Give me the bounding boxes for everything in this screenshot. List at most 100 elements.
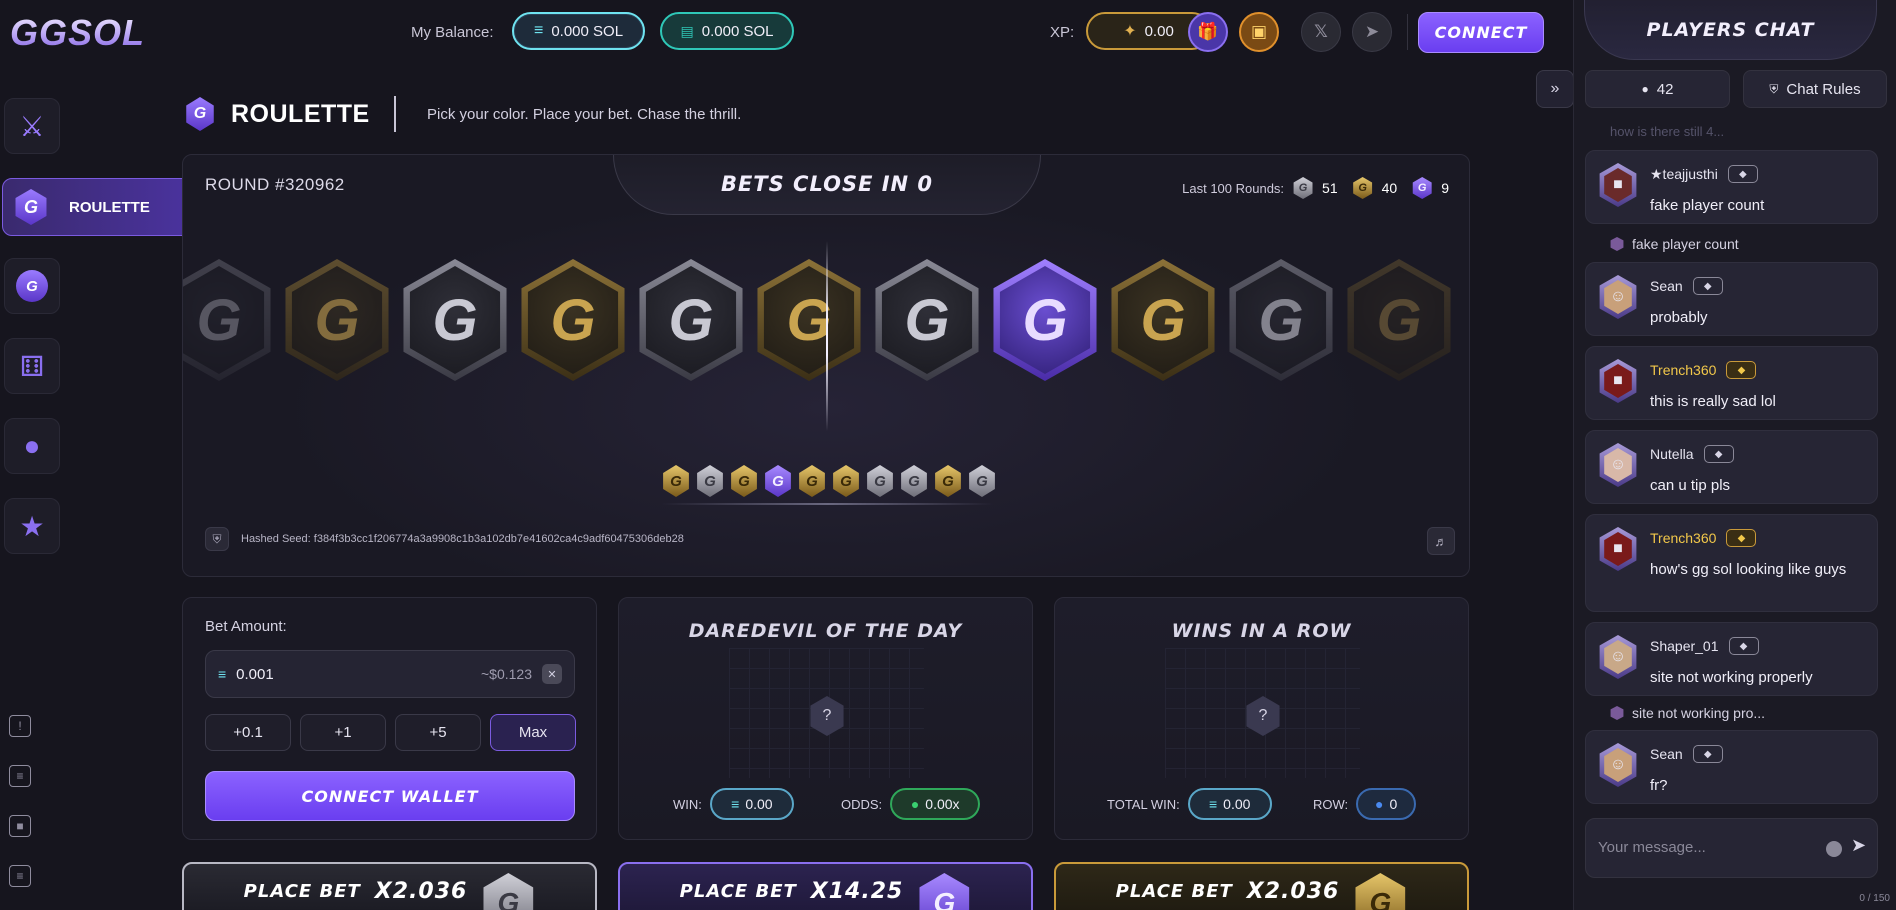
title-divider — [394, 96, 396, 132]
avatar-image: ☺ — [1604, 280, 1632, 314]
sidebar-trophy[interactable]: ★ — [4, 498, 60, 554]
reply-preview: fake player count — [1610, 236, 1739, 252]
place-bet-multiplier: X2.036 — [1246, 878, 1340, 904]
sidebar-coin[interactable]: G — [4, 258, 60, 314]
place-bet-label: PLACE BET — [243, 880, 361, 902]
row-value: 0 — [1389, 796, 1398, 812]
history-silver-icon: G — [867, 465, 893, 497]
avatar-image: ☺ — [1604, 640, 1632, 674]
online-players-tab[interactable]: ● 42 — [1585, 70, 1730, 108]
shield-icon: ⛨ — [1769, 81, 1779, 96]
total-win: TOTAL WIN: ≡ 0.00 — [1107, 788, 1272, 820]
win-value-pill: ≡ 0.00 — [709, 788, 794, 820]
chat-username[interactable]: Trench360 ◆ — [1650, 529, 1757, 547]
chat-message-input[interactable]: Your message... ➤ — [1585, 818, 1878, 878]
chat-username[interactable]: Nutella ◆ — [1650, 445, 1734, 463]
ticket-balance-pill[interactable]: ▤ 0.000 SOL — [660, 12, 794, 50]
win-label: WIN: — [673, 796, 702, 812]
history-gold-icon: G — [731, 465, 757, 497]
history-silver-icon: G — [697, 465, 723, 497]
add-0.1-button[interactable]: +0.1 — [205, 714, 291, 751]
clear-icon[interactable]: ✕ — [542, 664, 562, 684]
place-bet-multiplier: X2.036 — [374, 878, 468, 904]
sol-balance-pill[interactable]: ≡ 0.000 SOL — [512, 12, 645, 50]
sidebar-crossed-swords[interactable]: ⚔ — [4, 98, 60, 154]
drop-icon: ● — [910, 796, 920, 812]
win-value: 0.00 — [745, 796, 773, 812]
sound-toggle-icon[interactable]: ♬ — [1427, 527, 1455, 555]
connect-wallet-button[interactable]: CONNECT WALLET — [205, 771, 575, 821]
chat-message: ☺ Nutella ◆ can u tip pls — [1585, 430, 1878, 504]
chat-username[interactable]: Sean ◆ — [1650, 277, 1723, 295]
solana-icon: ≡ — [731, 796, 740, 812]
place-bet-purple-button[interactable]: PLACE BET X14.25 G — [618, 862, 1033, 910]
max-button[interactable]: Max — [490, 714, 576, 751]
daredevil-panel: DAREDEVIL OF THE DAY ? WIN: ≡ 0.00 ODDS:… — [618, 597, 1033, 840]
bet-amount-input[interactable]: ≡ 0.001 ~$0.123 ✕ — [205, 650, 575, 698]
total-win-value: 0.00 — [1223, 796, 1251, 812]
wins-in-a-row-panel: WINS IN A ROW ? TOTAL WIN: ≡ 0.00 ROW: ●… — [1054, 597, 1469, 840]
diamond-rank-icon: ◆ — [1727, 165, 1758, 183]
history-silver-icon: G — [901, 465, 927, 497]
chat-username[interactable]: Shaper_01 ◆ — [1650, 637, 1759, 655]
chat-username[interactable]: ★teajjusthi ◆ — [1650, 165, 1758, 183]
roulette-tile-gold: G — [281, 259, 393, 381]
collapse-chat-icon[interactable]: » — [1536, 70, 1574, 108]
place-bet-silver-button[interactable]: PLACE BET X2.036 G — [182, 862, 597, 910]
chat-panel: PLAYERS CHAT ● 42 ⛨ Chat Rules how is th… — [1573, 0, 1896, 910]
purple-g-icon: G — [919, 873, 970, 910]
send-icon[interactable]: ➤ — [1851, 835, 1866, 856]
chat-username[interactable]: Sean ◆ — [1650, 745, 1723, 763]
chat-text: how's gg sol looking like guys — [1650, 561, 1847, 578]
telegram-icon[interactable]: ➤ — [1352, 12, 1392, 52]
chat-username[interactable]: Trench360 ◆ — [1650, 361, 1757, 379]
row-label: ROW: — [1313, 796, 1349, 812]
sidebar-dice[interactable]: ⚅ — [4, 338, 60, 394]
roulette-g-icon: G — [15, 189, 47, 225]
treasure-chest-icon[interactable]: ▣ — [1239, 12, 1279, 52]
avatar: ☺ — [1599, 443, 1637, 487]
roulette-tile-silver: G — [1225, 259, 1337, 381]
chat-message: ■ ★teajjusthi ◆ fake player count — [1585, 150, 1878, 224]
add-1-button[interactable]: +1 — [300, 714, 386, 751]
document-icon[interactable]: ≡ — [9, 765, 31, 787]
history-underline — [661, 503, 994, 505]
purple-g-icon: G — [1412, 177, 1432, 199]
bet-amount-label: Bet Amount: — [205, 618, 287, 635]
shield-icon[interactable]: ⛨ — [205, 527, 229, 551]
sidebar-item-roulette[interactable]: G ROULETTE — [2, 178, 199, 236]
hashed-seed-text: Hashed Seed: f384f3b3cc1f206774a3a9908c1… — [241, 533, 684, 545]
reply-preview: site not working pro... — [1610, 705, 1765, 721]
chat-rules-tab[interactable]: ⛨ Chat Rules — [1743, 70, 1887, 108]
gift-icon[interactable]: 🎁 — [1188, 12, 1228, 52]
chat-rules-label: Chat Rules — [1786, 80, 1861, 98]
hashed-seed: ⛨ Hashed Seed: f384f3b3cc1f206774a3a9908… — [205, 527, 684, 551]
sidebar-users[interactable]: ● — [4, 418, 60, 474]
odds-label: ODDS: — [841, 796, 883, 812]
bet-usd-value: ~$0.123 — [481, 666, 532, 682]
place-bet-gold-button[interactable]: PLACE BET X2.036 G — [1054, 862, 1469, 910]
avatar-image: ■ — [1604, 364, 1632, 398]
faded-message: how is there still 4... — [1610, 124, 1725, 139]
clipboard-icon[interactable]: ≡ — [9, 865, 31, 887]
avatar-image: ■ — [1604, 532, 1632, 566]
logo[interactable]: GGSOL — [10, 12, 145, 54]
chat-message: ☺ Sean ◆ fr? — [1585, 730, 1878, 804]
diamond-rank-icon: ◆ — [1692, 277, 1723, 295]
roulette-tile-silver: G — [871, 259, 983, 381]
add-5-button[interactable]: +5 — [395, 714, 481, 751]
history-gold-icon: G — [935, 465, 961, 497]
username-text: Sean — [1650, 278, 1683, 294]
chat-input-placeholder: Your message... — [1598, 839, 1706, 856]
emoji-icon[interactable] — [1826, 841, 1842, 857]
xp-label: XP: — [1050, 24, 1075, 41]
header-divider — [1407, 14, 1408, 50]
ticket-icon: ▤ — [680, 22, 694, 39]
lock-icon[interactable]: ■ — [9, 815, 31, 837]
x-social-icon[interactable]: 𝕏 — [1301, 12, 1341, 52]
bets-close-timer: BETS CLOSE IN 0 — [613, 155, 1041, 215]
connect-button[interactable]: CONNECT — [1418, 12, 1544, 53]
bet-panel: Bet Amount: ≡ 0.001 ~$0.123 ✕ +0.1 +1 +5… — [182, 597, 597, 840]
chat-text: this is really sad lol — [1650, 393, 1776, 410]
feedback-icon[interactable]: ! — [9, 715, 31, 737]
